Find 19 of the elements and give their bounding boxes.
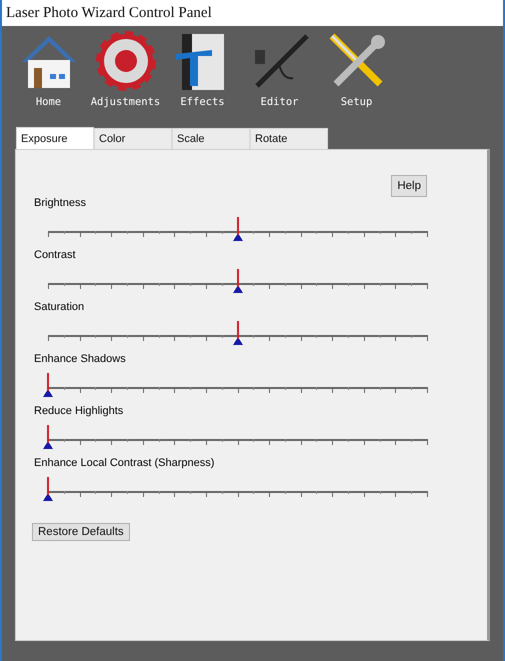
toolbar-button[interactable]: Setup	[318, 30, 395, 122]
slider-label: Enhance Shadows	[34, 353, 126, 367]
gear-icon	[94, 30, 156, 92]
toolbar-button[interactable]: Editor	[241, 30, 318, 122]
window-title: Laser Photo Wizard Control Panel	[6, 4, 212, 22]
toolbar-button[interactable]: Effects	[164, 30, 241, 122]
toolbar-button[interactable]: Home	[10, 30, 87, 122]
help-button[interactable]: Help	[391, 175, 427, 197]
tab[interactable]: Exposure	[16, 127, 94, 149]
slider-label: Saturation	[34, 301, 84, 315]
tab[interactable]: Scale	[172, 128, 250, 149]
tab[interactable]: Color	[94, 128, 172, 149]
slider-label: Brightness	[34, 197, 86, 211]
slider-label: Enhance Local Contrast (Sharpness)	[34, 457, 214, 471]
toolbar-button[interactable]: Adjustments	[87, 30, 164, 122]
restore-defaults-button[interactable]: Restore Defaults	[32, 523, 130, 541]
tab[interactable]: Rotate	[250, 128, 328, 149]
slider-label: Contrast	[34, 249, 76, 263]
slider-label: Reduce Highlights	[34, 405, 124, 419]
